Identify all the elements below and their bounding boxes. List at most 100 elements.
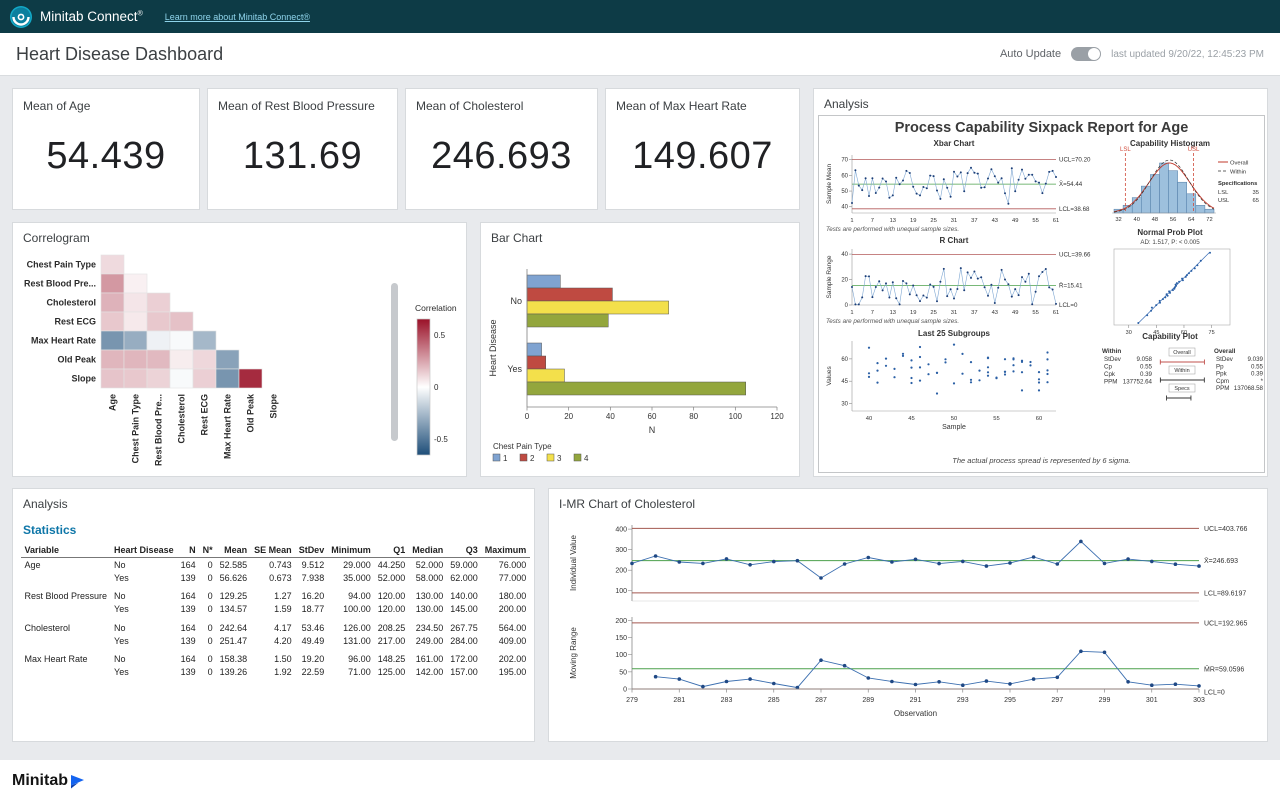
svg-text:137752.64: 137752.64 <box>1123 379 1153 386</box>
svg-text:UCL=39.66: UCL=39.66 <box>1059 252 1091 259</box>
svg-text:Chest Pain Type: Chest Pain Type <box>493 442 552 451</box>
svg-text:Within: Within <box>1102 348 1121 355</box>
svg-text:LCL=0: LCL=0 <box>1059 302 1078 309</box>
svg-text:The actual process spread is r: The actual process spread is represented… <box>952 456 1130 465</box>
sixpack-chart: Process Capability Sixpack Report for Ag… <box>818 115 1265 478</box>
svg-text:R̄=15.41: R̄=15.41 <box>1059 282 1083 289</box>
svg-text:PPM: PPM <box>1216 385 1229 392</box>
svg-text:Last 25 Subgroups: Last 25 Subgroups <box>918 329 991 338</box>
svg-text:UCL=192.965: UCL=192.965 <box>1204 620 1248 627</box>
svg-text:0: 0 <box>434 383 439 392</box>
svg-text:3: 3 <box>557 454 562 463</box>
svg-text:Specifications: Specifications <box>1218 181 1257 187</box>
svg-text:Sample Range: Sample Range <box>826 255 833 298</box>
correlogram-scrollbar[interactable] <box>391 283 398 441</box>
svg-text:LCL=38.68: LCL=38.68 <box>1059 206 1090 213</box>
svg-text:0.39: 0.39 <box>1140 371 1153 378</box>
svg-text:100: 100 <box>615 652 627 659</box>
svg-text:49: 49 <box>1012 310 1018 316</box>
svg-text:Pp: Pp <box>1216 363 1224 370</box>
svg-text:13: 13 <box>890 218 896 224</box>
svg-text:Chest Pain Type: Chest Pain Type <box>131 394 141 463</box>
svg-text:295: 295 <box>1004 697 1016 704</box>
panel-title: Correlogram <box>13 223 466 245</box>
kpi-value: 149.607 <box>606 135 799 178</box>
svg-text:Values: Values <box>826 366 833 386</box>
svg-text:80: 80 <box>689 412 698 421</box>
learn-more-link[interactable]: Learn more about Minitab Connect® <box>165 12 310 22</box>
svg-text:Overall: Overall <box>1173 350 1190 356</box>
svg-text:48: 48 <box>1152 217 1158 223</box>
svg-text:0.55: 0.55 <box>1251 363 1264 370</box>
svg-text:7: 7 <box>871 310 874 316</box>
svg-text:Overall: Overall <box>1230 161 1248 167</box>
svg-text:60: 60 <box>841 173 848 179</box>
svg-text:400: 400 <box>615 527 627 534</box>
svg-text:No: No <box>510 296 522 306</box>
svg-text:35: 35 <box>1253 190 1259 196</box>
svg-text:279: 279 <box>626 697 638 704</box>
svg-text:20: 20 <box>841 278 848 284</box>
table-row: Yes1390134.571.5918.77100.00120.00130.00… <box>21 603 530 616</box>
svg-text:60: 60 <box>1036 416 1042 422</box>
svg-text:Max Heart Rate: Max Heart Rate <box>223 394 233 459</box>
svg-text:37: 37 <box>971 218 977 224</box>
svg-text:Slope: Slope <box>71 374 96 384</box>
svg-text:Rest Blood Pre...: Rest Blood Pre... <box>24 279 96 289</box>
kpi-card-mean-cholesterol: Mean of Cholesterol 246.693 <box>405 88 598 210</box>
minitab-connect-logo <box>10 6 32 28</box>
table-header-row: VariableHeart DiseaseNN*MeanSE MeanStDev… <box>21 543 530 558</box>
kpi-value: 131.69 <box>208 135 397 178</box>
brand-name: Minitab Connect® <box>40 9 143 24</box>
svg-text:Tests are performed with unequ: Tests are performed with unequal sample … <box>826 226 959 233</box>
toggle-knob <box>1088 48 1100 60</box>
imr-chart: Individual Value100200300400UCL=403.766X… <box>554 513 1264 744</box>
svg-text:Capability Plot: Capability Plot <box>1142 332 1198 341</box>
svg-text:45: 45 <box>908 416 914 422</box>
svg-text:1: 1 <box>503 454 508 463</box>
kpi-title: Mean of Rest Blood Pressure <box>208 89 397 113</box>
kpi-value: 54.439 <box>13 135 199 178</box>
minitab-logo-text: Minitab <box>12 772 68 790</box>
svg-text:293: 293 <box>957 697 969 704</box>
svg-text:Cholesterol: Cholesterol <box>46 298 96 308</box>
analysis-sixpack-panel: Analysis Process Capability Sixpack Repo… <box>813 88 1268 477</box>
svg-text:StDev: StDev <box>1216 356 1234 363</box>
svg-text:R Chart: R Chart <box>940 236 969 245</box>
svg-text:0.5: 0.5 <box>434 331 446 340</box>
svg-text:0.39: 0.39 <box>1251 371 1264 378</box>
auto-update-toggle[interactable] <box>1071 47 1101 61</box>
bar-chart: NoYesHeart Disease020406080100120NChest … <box>481 247 801 481</box>
svg-text:Yes: Yes <box>507 364 522 374</box>
svg-text:137068.58: 137068.58 <box>1234 385 1264 392</box>
svg-text:Sample: Sample <box>942 424 966 431</box>
svg-text:Within: Within <box>1174 368 1189 374</box>
kpi-title: Mean of Cholesterol <box>406 89 597 113</box>
svg-text:4: 4 <box>584 454 589 463</box>
statistics-heading: Statistics <box>13 511 534 541</box>
last-updated-text: last updated 9/20/22, 12:45:23 PM <box>1111 49 1264 60</box>
statistics-table: VariableHeart DiseaseNN*MeanSE MeanStDev… <box>21 543 530 679</box>
panel-title: Analysis <box>814 89 1267 111</box>
svg-text:USL: USL <box>1188 147 1200 153</box>
svg-text:2: 2 <box>530 454 535 463</box>
table-row: Max Heart RateNo1640158.381.5019.2096.00… <box>21 647 530 666</box>
table-row: Yes1390251.474.2049.49131.00217.00249.00… <box>21 634 530 647</box>
svg-text:Old Peak: Old Peak <box>57 355 97 365</box>
topbar: Minitab Connect® Learn more about Minita… <box>0 0 1280 33</box>
svg-text:Correlation: Correlation <box>415 303 457 313</box>
svg-text:61: 61 <box>1053 218 1059 224</box>
svg-text:Individual Value: Individual Value <box>569 535 578 591</box>
table-row: Yes1390139.261.9222.5971.00125.00142.001… <box>21 666 530 679</box>
svg-text:285: 285 <box>768 697 780 704</box>
correlogram-panel: Correlogram Chest Pain Type Rest Blood Pr… <box>12 222 467 477</box>
kpi-value: 246.693 <box>406 135 597 178</box>
svg-text:32: 32 <box>1115 217 1121 223</box>
svg-text:19: 19 <box>910 310 916 316</box>
svg-text:75: 75 <box>1209 330 1215 336</box>
correlogram-chart: Chest Pain Type Rest Blood Pre... Choleste… <box>13 249 468 482</box>
svg-text:61: 61 <box>1053 310 1059 316</box>
svg-text:Sample Mean: Sample Mean <box>826 164 833 204</box>
svg-text:43: 43 <box>992 218 998 224</box>
dashboard-root: Minitab Connect® Learn more about Minita… <box>0 0 1280 802</box>
